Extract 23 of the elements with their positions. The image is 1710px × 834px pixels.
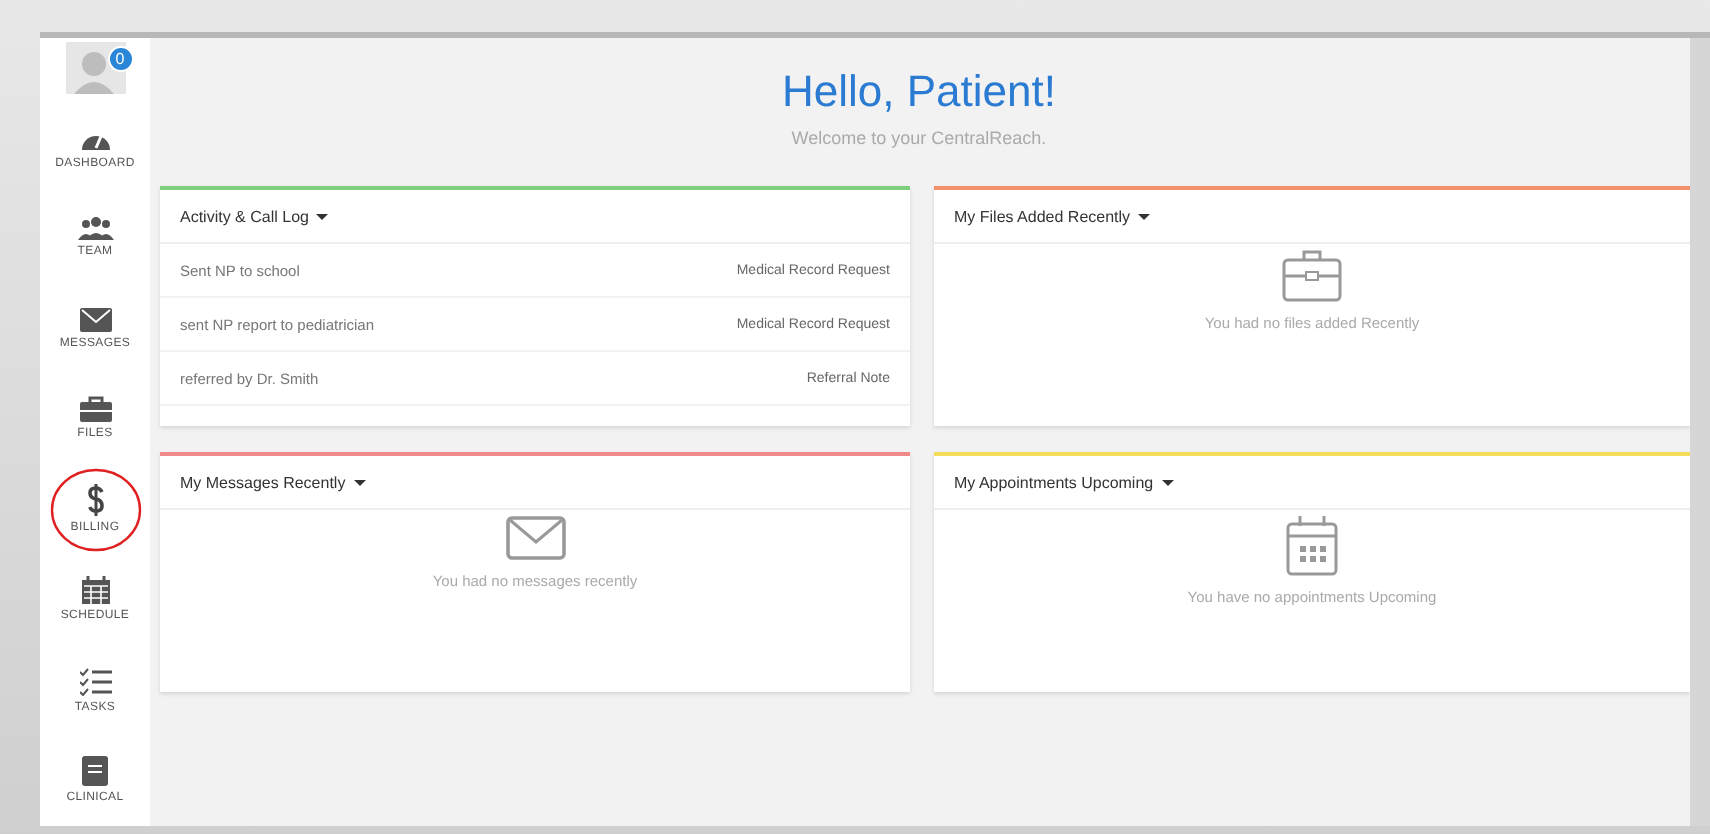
welcome-text: Welcome to your CentralReach.: [789, 128, 1049, 148]
briefcase-icon: [79, 396, 111, 423]
team-icon: [77, 216, 113, 241]
caret-icon[interactable]: [353, 479, 366, 485]
book-icon: [82, 756, 108, 787]
checklist-icon: [79, 667, 111, 696]
caret-icon[interactable]: [316, 213, 329, 219]
card-title[interactable]: My Appointments Upcoming: [954, 473, 1154, 491]
card-title[interactable]: My Files Added Recently: [954, 207, 1131, 225]
caret-icon[interactable]: [1161, 479, 1174, 485]
envelope-icon: [79, 307, 111, 332]
calendar-icon: [1286, 516, 1338, 576]
card-title[interactable]: My Messages Recently: [180, 473, 346, 491]
caret-icon[interactable]: [1138, 213, 1151, 219]
dollar-icon: [85, 484, 105, 517]
calendar-icon: [81, 576, 109, 605]
envelope-icon: [505, 516, 565, 560]
greeting-title: Hello, Patient!: [780, 66, 1058, 118]
annotation-circle: [48, 466, 144, 554]
briefcase-icon: [1282, 250, 1342, 302]
avatar-icon[interactable]: [65, 42, 125, 94]
scrollbar[interactable]: [1690, 38, 1710, 826]
card-title[interactable]: Activity & Call Log: [180, 207, 309, 225]
